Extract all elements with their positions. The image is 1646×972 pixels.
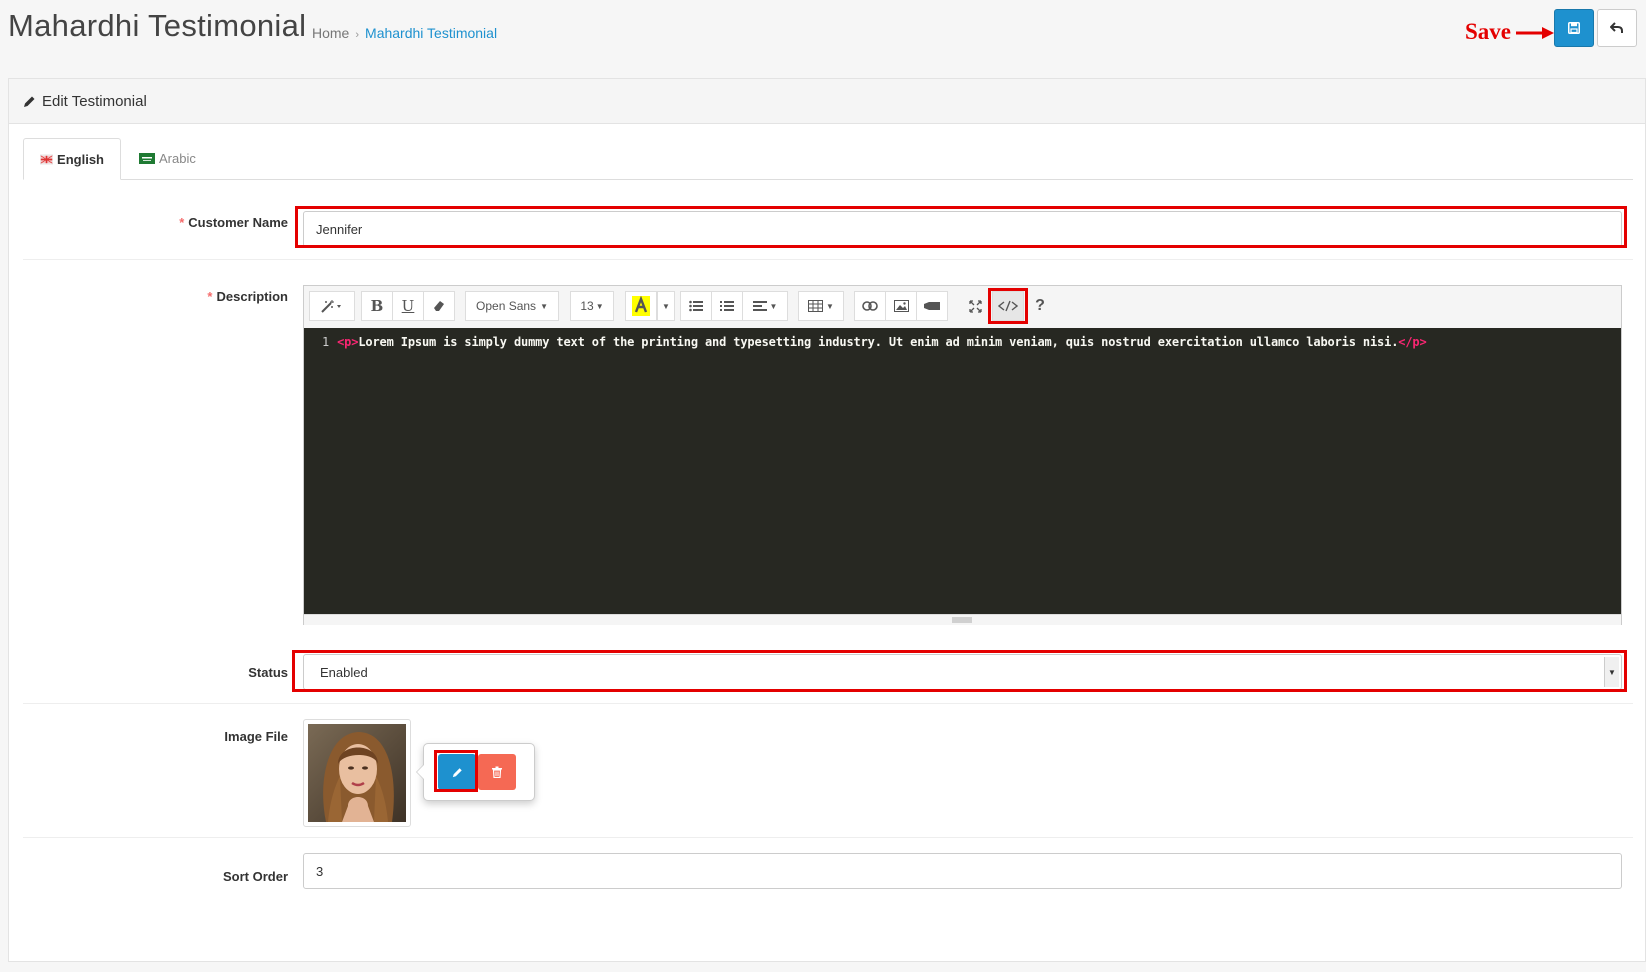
- image-button[interactable]: [885, 291, 917, 321]
- editor-resize-handle[interactable]: [304, 614, 1621, 625]
- delete-image-button[interactable]: [478, 754, 516, 790]
- status-value: Enabled: [320, 664, 368, 680]
- caret-down-icon: ▼: [826, 301, 834, 311]
- video-icon: [924, 302, 940, 310]
- status-select[interactable]: Enabled ▼: [303, 654, 1622, 690]
- clear-format-button[interactable]: [423, 291, 455, 321]
- ordered-list-icon: [720, 301, 734, 311]
- underline-icon: U: [401, 297, 415, 315]
- font-family-value: Open Sans: [476, 299, 537, 313]
- caret-down-icon: ▼: [595, 301, 604, 311]
- unordered-list-button[interactable]: [680, 291, 712, 321]
- breadcrumb-current[interactable]: Mahardhi Testimonial: [365, 25, 497, 41]
- pencil-icon: [23, 95, 36, 108]
- code-view-button[interactable]: [992, 291, 1024, 321]
- customer-name-label: * Customer Name: [179, 215, 288, 230]
- customer-name-input[interactable]: Jennifer: [303, 211, 1622, 247]
- select-arrow-icon: ▼: [1604, 657, 1619, 687]
- video-button[interactable]: [916, 291, 948, 321]
- save-icon: [1568, 22, 1580, 34]
- tab-english[interactable]: English: [23, 138, 121, 180]
- annotation-arrow-icon: [1516, 27, 1554, 39]
- style-button[interactable]: [309, 291, 355, 321]
- resize-grip-icon: [952, 617, 972, 623]
- tab-arabic[interactable]: Arabic: [123, 138, 212, 179]
- paragraph-align-dropdown[interactable]: ▼: [742, 291, 788, 321]
- pencil-icon: [452, 767, 462, 777]
- breadcrumb-separator: ›: [355, 29, 360, 41]
- save-annotation: Save: [1465, 19, 1511, 44]
- tab-arabic-label: Arabic: [159, 151, 196, 166]
- page-header: Mahardhi Testimonial Home › Mahardhi Testi…: [0, 0, 1646, 64]
- text-color-icon: [632, 296, 650, 316]
- sort-order-label: Sort Order: [222, 869, 288, 884]
- image-file-label: Image File: [224, 729, 288, 744]
- help-icon: ?: [1035, 297, 1045, 314]
- code-open-tag: <p>: [337, 335, 359, 349]
- tab-english-label: English: [57, 151, 104, 167]
- line-number: 1: [322, 335, 330, 349]
- code-line: 1 <p>Lorem Ipsum is simply dummy text of …: [322, 335, 1427, 349]
- font-size-value: 13: [580, 299, 594, 313]
- save-button[interactable]: [1554, 9, 1594, 47]
- code-close-tag: </p>: [1398, 335, 1427, 349]
- ordered-list-button[interactable]: [711, 291, 743, 321]
- back-icon: [1610, 22, 1623, 33]
- magic-wand-icon: [321, 300, 341, 313]
- page-title: Mahardhi Testimonial: [8, 8, 307, 43]
- font-family-dropdown[interactable]: Open Sans ▼: [465, 291, 559, 321]
- customer-name-value: Jennifer: [316, 221, 363, 237]
- image-row: Image File: [23, 703, 1633, 838]
- code-icon: [998, 300, 1018, 312]
- link-icon: [862, 301, 878, 311]
- table-dropdown[interactable]: ▼: [798, 291, 844, 321]
- uk-flag-icon: [40, 154, 54, 164]
- align-left-icon: [752, 301, 767, 311]
- eraser-icon: [434, 301, 444, 311]
- panel-title: Edit Testimonial: [42, 92, 147, 110]
- full-screen-button[interactable]: [959, 291, 991, 321]
- arabic-flag-icon: [139, 153, 155, 164]
- help-button[interactable]: ?: [1024, 291, 1056, 321]
- breadcrumb: Home › Mahardhi Testimonial: [312, 25, 497, 41]
- description-label: * Description: [207, 289, 288, 304]
- caret-down-icon: ▼: [540, 301, 548, 311]
- edit-panel: Edit Testimonial English Arabic * Custom…: [8, 78, 1646, 962]
- link-button[interactable]: [854, 291, 886, 321]
- caret-down-icon: ▼: [662, 301, 670, 311]
- required-marker: *: [207, 289, 213, 304]
- back-button[interactable]: [1597, 9, 1637, 47]
- unordered-list-icon: [689, 300, 703, 312]
- panel-heading: Edit Testimonial: [9, 79, 1645, 124]
- breadcrumb-home[interactable]: Home: [312, 25, 349, 41]
- image-actions-popover: [416, 743, 535, 801]
- fullscreen-icon: [968, 299, 982, 313]
- table-icon: [808, 300, 824, 312]
- language-tabs: English Arabic: [23, 138, 1633, 180]
- trash-icon: [492, 766, 502, 778]
- underline-button[interactable]: U: [392, 291, 424, 321]
- customer-photo: [308, 724, 406, 822]
- edit-image-button[interactable]: [438, 754, 476, 790]
- code-text: Lorem Ipsum is simply dummy text of the …: [358, 335, 1399, 349]
- caret-down-icon: ▼: [769, 301, 778, 311]
- code-editor[interactable]: 1 <p>Lorem Ipsum is simply dummy text of …: [304, 328, 1621, 614]
- text-color-button[interactable]: [625, 291, 657, 321]
- image-thumbnail[interactable]: [303, 719, 411, 827]
- font-size-dropdown[interactable]: 13 ▼: [570, 291, 614, 321]
- rich-text-editor: B U Open Sans ▼ 13 ▼ ▼ ▼ ▼ ? 1 <p>Lorem …: [303, 285, 1622, 625]
- bold-button[interactable]: B: [361, 291, 393, 321]
- required-marker: *: [179, 215, 185, 230]
- editor-toolbar: B U Open Sans ▼ 13 ▼ ▼ ▼ ▼ ?: [304, 286, 1621, 328]
- text-color-dropdown[interactable]: ▼: [657, 291, 675, 321]
- sort-order-input[interactable]: 3: [303, 853, 1622, 889]
- picture-icon: [893, 300, 909, 312]
- bold-icon: B: [370, 297, 384, 315]
- status-label: Status: [248, 665, 288, 680]
- sort-order-value: 3: [316, 863, 324, 879]
